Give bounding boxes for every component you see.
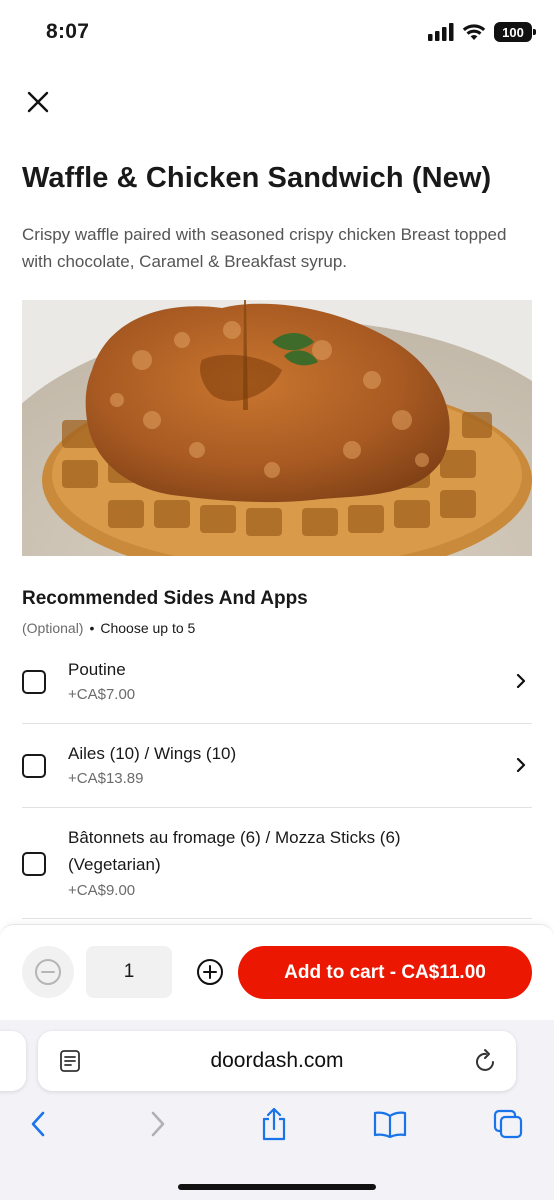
decrease-quantity-button[interactable] [22, 946, 74, 998]
tabs-button[interactable] [490, 1106, 526, 1142]
status-icons: 100 [428, 22, 536, 42]
optional-label: (Optional) [22, 620, 84, 636]
reload-icon[interactable] [474, 1048, 498, 1074]
option-name: Bâtonnets au fromage (6) / Mozza Sticks … [68, 828, 401, 874]
waffle-chicken-illustration [22, 300, 532, 556]
battery-level: 100 [502, 24, 524, 40]
back-arrow-icon [31, 1111, 45, 1137]
item-description: Crispy waffle paired with seasoned crisp… [22, 225, 507, 271]
address-bar[interactable]: doordash.com [38, 1031, 516, 1091]
status-bar: 8:07 100 [0, 0, 554, 66]
divider [22, 807, 532, 808]
status-time: 8:07 [46, 20, 90, 43]
increase-quantity-button[interactable] [184, 946, 236, 998]
option-price: +CA$7.00 [68, 686, 136, 703]
option-mozza-sticks[interactable]: Bâtonnets au fromage (6) / Mozza Sticks … [22, 824, 532, 914]
minus-circle-icon [35, 959, 61, 985]
option-wings[interactable]: Ailes (10) / Wings (10) +CA$13.89 [22, 740, 532, 808]
browser-toolbar [0, 1106, 554, 1146]
share-icon [262, 1107, 286, 1141]
close-icon [27, 91, 49, 113]
separator-dot: • [89, 620, 95, 636]
tabs-icon [493, 1109, 523, 1139]
close-button[interactable] [22, 86, 54, 118]
option-poutine[interactable]: Poutine +CA$7.00 [22, 656, 532, 724]
option-price: +CA$9.00 [68, 882, 136, 899]
bookmarks-icon [373, 1111, 407, 1138]
bookmarks-button[interactable] [372, 1106, 408, 1142]
forward-arrow-icon [151, 1111, 165, 1137]
home-indicator [178, 1184, 376, 1190]
quantity-value: 1 [86, 946, 172, 998]
share-button[interactable] [256, 1106, 292, 1142]
section-title: Recommended Sides And Apps [22, 588, 308, 609]
chevron-right-icon [516, 674, 526, 688]
choose-limit-label: Choose up to 5 [100, 620, 196, 636]
signal-icon [428, 23, 454, 41]
item-title: Waffle & Chicken Sandwich (New) [22, 162, 492, 194]
wifi-icon [462, 24, 486, 40]
option-price: +CA$13.89 [68, 770, 144, 787]
item-image [22, 300, 532, 556]
browser-chrome: doordash.com [0, 1020, 554, 1200]
divider [22, 723, 532, 724]
forward-button[interactable] [140, 1106, 176, 1142]
divider [22, 918, 532, 919]
previous-tab-peek[interactable] [0, 1031, 26, 1091]
chevron-right-icon [516, 758, 526, 772]
option-checkbox[interactable] [22, 852, 46, 876]
add-to-cart-bar: 1 Add to cart - CA$11.00 [0, 924, 554, 1020]
section-subtitle: (Optional) • Choose up to 5 [22, 620, 195, 636]
option-checkbox[interactable] [22, 670, 46, 694]
option-checkbox[interactable] [22, 754, 46, 778]
battery-indicator: 100 [494, 22, 536, 42]
option-name: Poutine [68, 660, 126, 679]
option-name: Ailes (10) / Wings (10) [68, 744, 237, 763]
url-text: doordash.com [210, 1049, 344, 1072]
back-button[interactable] [20, 1106, 56, 1142]
plus-circle-icon [197, 959, 223, 985]
add-to-cart-button[interactable]: Add to cart - CA$11.00 [238, 946, 532, 999]
